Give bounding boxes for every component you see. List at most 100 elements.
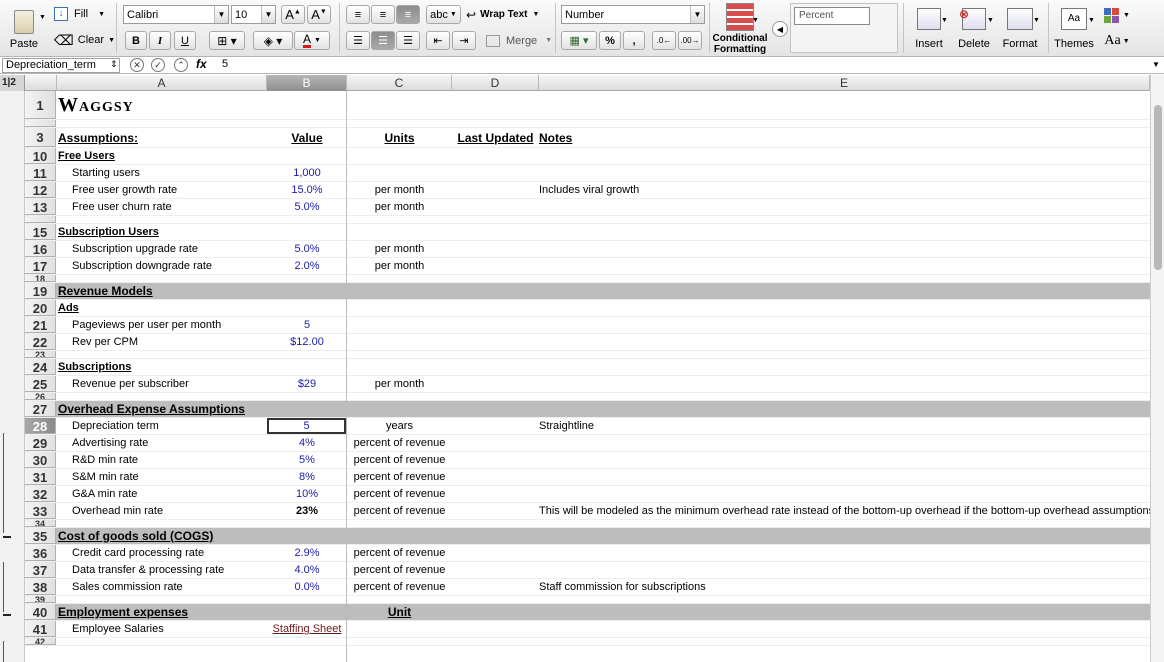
row-header[interactable]: 34 [25,520,56,527]
bold-button[interactable]: B [125,31,147,50]
align-right-button[interactable]: ☰ [396,31,420,50]
cell-a[interactable]: Overhead Expense Assumptions [58,401,245,417]
cell-c[interactable]: percent of revenue [347,579,452,595]
cell-e[interactable]: This will be modeled as the minimum over… [539,503,1150,519]
cell-a[interactable]: Depreciation term [72,418,159,434]
row-header[interactable]: 42 [25,638,56,645]
cell-a[interactable]: Free Users [58,148,115,164]
row-header[interactable]: 27 [25,401,56,417]
table-row[interactable]: 39 [25,596,1150,604]
cell-b[interactable]: 0.0% [267,579,347,595]
row-header[interactable]: 30 [25,452,56,468]
cell-c[interactable]: per month [347,241,452,257]
accounting-format-button[interactable]: ▦ ▾ [561,31,597,50]
cell-a[interactable]: Rev per CPM [72,334,138,350]
table-row[interactable]: 22 Rev per CPM $12.00 [25,334,1150,351]
cell-a[interactable]: Data transfer & processing rate [72,562,224,578]
cell-b[interactable]: Value [267,128,347,147]
fill-button[interactable]: ↓ Fill ▼ [54,5,105,23]
cell-a[interactable]: Revenue Models [58,283,153,299]
table-row[interactable]: 36 Credit card processing rate 2.9% percent… [25,545,1150,562]
paste-button[interactable]: Paste [6,6,42,54]
row-header[interactable]: 40 [25,604,56,620]
number-format-select[interactable]: Number ▼ [561,5,705,24]
table-row[interactable]: 32 G&A min rate 10% percent of revenue [25,486,1150,503]
table-row[interactable]: 23 [25,351,1150,359]
row-header[interactable]: 31 [25,469,56,485]
table-row[interactable]: 26 [25,393,1150,401]
increase-indent-button[interactable]: ⇥ [452,31,476,50]
italic-button[interactable]: I [149,31,171,50]
cell-e[interactable]: Straightline [539,418,594,434]
cell-a[interactable]: Subscription downgrade rate [72,258,212,274]
cell-c[interactable]: percent of revenue [347,503,452,519]
percent-style-button[interactable]: % [599,31,621,50]
row-header[interactable]: 23 [25,351,56,358]
cell-a[interactable]: Advertising rate [72,435,148,451]
format-button[interactable]: Format [998,4,1042,54]
cell-b[interactable]: 23% [267,503,347,519]
row-header[interactable]: 16 [25,241,56,257]
row-header[interactable]: 36 [25,545,56,561]
collapse-group-icon[interactable] [3,536,11,538]
table-row[interactable]: 24 Subscriptions [25,359,1150,376]
table-row[interactable]: 38 Sales commission rate 0.0% percent of re… [25,579,1150,596]
cell-b[interactable]: 15.0% [267,182,347,198]
row-header[interactable]: 17 [25,258,56,274]
cell-c[interactable]: percent of revenue [347,545,452,561]
table-row[interactable]: 40 Employment expenses Unit [25,604,1150,621]
increase-decimal-button[interactable]: .0← [652,31,676,50]
cell-a[interactable]: G&A min rate [72,486,137,502]
row-header[interactable]: 33 [25,503,56,519]
cell-a[interactable]: Revenue per subscriber [72,376,189,392]
styles-scroll-left-button[interactable]: ◀ [772,21,788,37]
paste-dropdown-arrow-icon[interactable]: ▼ [39,14,46,21]
cell-b[interactable]: 1,000 [267,165,347,181]
column-header-a[interactable]: A [57,75,267,91]
table-row[interactable]: 15 Subscription Users [25,224,1150,241]
format-dropdown-icon[interactable]: ▼ [1033,17,1040,24]
row-header[interactable]: 3 [25,128,56,147]
row-header[interactable]: 12 [25,182,56,198]
table-row[interactable]: 11 Starting users 1,000 [25,165,1150,182]
vertical-scrollbar[interactable] [1150,75,1164,662]
cell-b[interactable]: 4% [267,435,347,451]
cell-a[interactable]: Cost of goods sold (COGS) [58,528,213,544]
table-row[interactable]: 10 Free Users [25,148,1150,165]
cell-b[interactable]: 5 [267,317,347,333]
table-row[interactable]: 19 Revenue Models [25,283,1150,300]
font-name-select[interactable]: Calibri ▼ [123,5,229,24]
table-row[interactable]: 42 [25,638,1150,646]
row-header[interactable]: 32 [25,486,56,502]
cell-a[interactable]: Subscription upgrade rate [72,241,198,257]
cell-c[interactable]: Units [347,128,452,147]
cell-c[interactable]: percent of revenue [347,469,452,485]
row-header[interactable]: 18 [25,275,56,282]
cell-b[interactable]: 5.0% [267,241,347,257]
table-row[interactable]: 17 Subscription downgrade rate 2.0% per mon… [25,258,1150,275]
table-row[interactable]: 25 Revenue per subscriber $29 per month [25,376,1150,393]
borders-button[interactable]: ⊞ ▾ [209,31,245,50]
column-header-b[interactable]: B [267,75,347,91]
table-row[interactable]: 30 R&D min rate 5% percent of revenue [25,452,1150,469]
fx-label[interactable]: fx [196,57,207,71]
cell-a[interactable]: Free user churn rate [72,199,172,215]
column-header-d[interactable]: D [452,75,539,91]
table-row[interactable]: 20 Ads [25,300,1150,317]
align-center-button[interactable]: ☰ [371,31,395,50]
row-header[interactable] [25,216,56,223]
table-row[interactable]: 1 Waggsy [25,91,1150,120]
row-header[interactable]: 38 [25,579,56,595]
cell-a[interactable]: Pageviews per user per month [72,317,221,333]
conditional-formatting-button[interactable]: Conditional Formatting [712,3,768,55]
table-row[interactable]: 28 Depreciation term 5 years Straightline [25,418,1150,435]
table-row[interactable]: 41 Employee Salaries Staffing Sheet [25,621,1150,638]
cell-c[interactable]: per month [347,182,452,198]
font-color-button[interactable]: A ▼ [294,31,330,50]
cell-b[interactable]: 5% [267,452,347,468]
formula-expand-icon[interactable]: ▼ [1152,60,1160,69]
scrollbar-thumb[interactable] [1154,105,1162,270]
cell-a[interactable]: Waggsy [58,91,134,119]
delete-button[interactable]: ⊗ Delete [953,4,995,54]
cell-c[interactable]: Unit [347,604,452,620]
